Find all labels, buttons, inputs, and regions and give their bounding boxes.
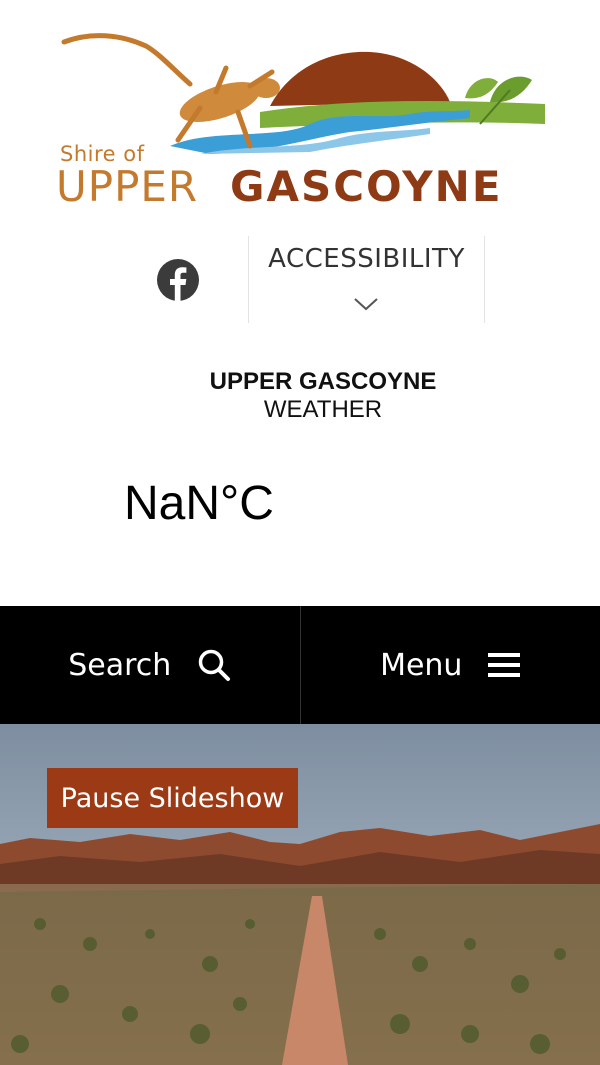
- site-logo[interactable]: Shire of UPPER GASCOYNE: [50, 28, 550, 218]
- facebook-icon: [157, 259, 199, 301]
- search-button[interactable]: Search: [0, 606, 300, 724]
- chevron-down-icon: [354, 298, 378, 311]
- search-label: Search: [68, 647, 172, 683]
- facebook-link[interactable]: [155, 257, 201, 303]
- main-navbar: Search Menu: [0, 606, 600, 724]
- logo-gascoyne-text: GASCOYNE: [230, 162, 503, 211]
- logo-upper-text: UPPER: [56, 162, 199, 211]
- logo-artwork: [61, 33, 545, 154]
- menu-button[interactable]: Menu: [299, 606, 600, 724]
- site-header: Shire of UPPER GASCOYNE ACCESSIBILITY UP…: [0, 0, 600, 606]
- weather-title: UPPER GASCOYNE: [209, 368, 437, 395]
- weather-temperature: NaN°C: [124, 477, 274, 530]
- accessibility-toggle[interactable]: ACCESSIBILITY: [248, 236, 485, 323]
- accessibility-label: ACCESSIBILITY: [268, 244, 465, 274]
- weather-subtitle: WEATHER: [263, 396, 383, 423]
- search-icon: [197, 648, 231, 682]
- hamburger-menu-icon: [488, 652, 521, 678]
- menu-label: Menu: [380, 647, 463, 683]
- weather-widget: UPPER GASCOYNE WEATHER: [0, 368, 600, 424]
- pause-slideshow-button[interactable]: Pause Slideshow: [47, 768, 298, 828]
